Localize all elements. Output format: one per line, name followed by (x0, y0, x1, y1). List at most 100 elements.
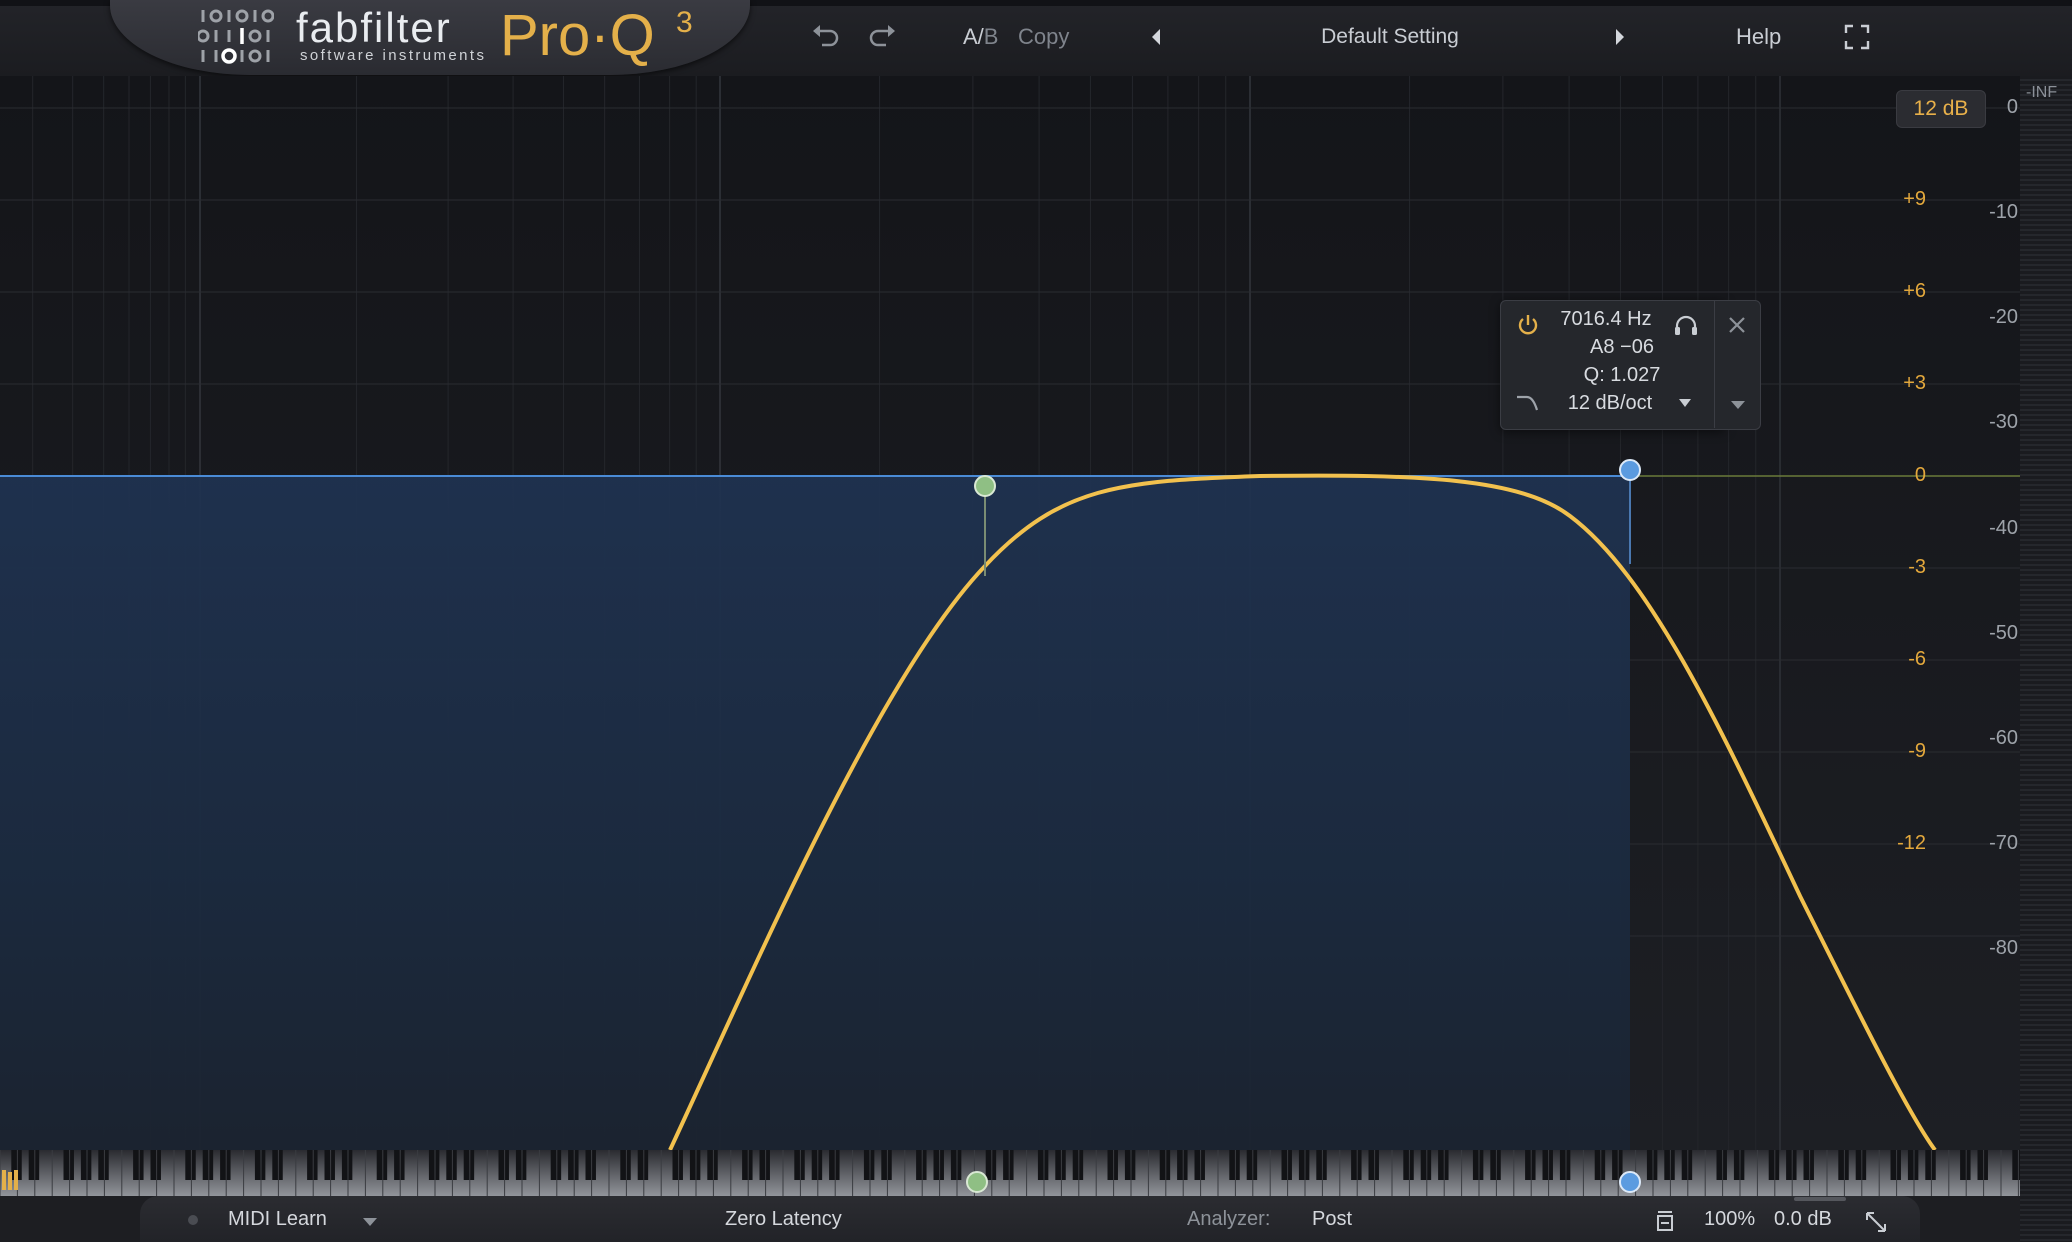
band-q[interactable]: Q: 1.027 (1522, 364, 1722, 387)
piano-black-key (1490, 1150, 1501, 1180)
piano-black-key (950, 1150, 962, 1180)
piano-black-key (220, 1150, 231, 1180)
piano-black-key (341, 1150, 353, 1180)
db-label-10: -10 (1989, 201, 2018, 223)
product-version: 3 (676, 6, 693, 39)
analyzer-mode[interactable]: Post (1312, 1208, 1352, 1231)
piano-black-key (1838, 1150, 1849, 1180)
latency-mode[interactable]: Zero Latency (725, 1208, 842, 1231)
db-label-40: -40 (1989, 517, 2018, 539)
piano-black-key (637, 1150, 649, 1180)
piano-black-key (98, 1150, 109, 1180)
piano-black-key (933, 1150, 944, 1180)
midi-menu-chevron-down-icon[interactable] (362, 1217, 378, 1227)
piano-black-key (1194, 1150, 1205, 1180)
piano-black-key (1960, 1150, 1971, 1180)
piano-black-key (1542, 1150, 1553, 1180)
piano-black-key (1855, 1150, 1867, 1180)
piano-keyboard[interactable] (0, 1150, 2041, 1200)
piano-black-key (916, 1150, 927, 1180)
piano-black-key (1438, 1150, 1449, 1180)
redo-icon[interactable] (866, 22, 898, 50)
chevron-down-icon[interactable] (1678, 398, 1692, 408)
piano-black-key (1472, 1150, 1484, 1180)
piano-black-key (1177, 1150, 1188, 1180)
midi-learn-indicator[interactable] (188, 1215, 198, 1225)
ab-a-label: A/ (963, 24, 984, 49)
piano-black-key (1681, 1150, 1693, 1180)
preset-prev-icon[interactable] (1148, 26, 1164, 48)
piano-black-key (515, 1150, 527, 1180)
meter-inf-label: -INF (2026, 84, 2058, 101)
piano-black-key (1977, 1150, 1988, 1180)
display-range-button[interactable]: 12 dB (1896, 90, 1986, 128)
band-1-handle[interactable] (974, 475, 996, 497)
db-label-30: -30 (1989, 411, 2018, 433)
bottom-bar-plate (140, 1196, 1920, 1242)
piano-black-key (1559, 1150, 1571, 1180)
preset-name[interactable]: Default Setting (1180, 25, 1600, 49)
fullscreen-icon[interactable] (1844, 24, 1870, 50)
piano-black-key (498, 1150, 509, 1180)
piano-black-key (1403, 1150, 1414, 1180)
piano-black-key (202, 1150, 214, 1180)
piano-black-key (1124, 1150, 1136, 1180)
gain-label-0: 0 (1914, 464, 1926, 486)
product-name: Pro·Q (500, 2, 655, 69)
band-2-keyboard-marker[interactable] (1619, 1171, 1641, 1193)
zoom-value[interactable]: 100% (1704, 1208, 1755, 1231)
piano-black-key (759, 1150, 770, 1180)
piano-black-key (742, 1150, 753, 1180)
db-label-80: -80 (1989, 937, 2018, 959)
eq-graph-svg[interactable] (0, 76, 2020, 1150)
db-label-60: -60 (1989, 727, 2018, 749)
piano-black-key (1664, 1150, 1675, 1180)
output-options-icon[interactable] (1656, 1210, 1674, 1232)
eq-display[interactable]: +9 +6 +3 0 -3 -6 -9 -12 0 -10 -20 -30 -4… (0, 76, 2020, 1150)
resize-handle[interactable] (1794, 1197, 1846, 1201)
piano-black-key (1594, 1150, 1606, 1180)
copy-button[interactable]: Copy (1018, 24, 1069, 50)
headphones-icon[interactable] (1673, 314, 1699, 336)
piano-black-key (1890, 1150, 1901, 1180)
band-menu-chevron-down-icon[interactable] (1730, 400, 1746, 410)
piano-black-key (133, 1150, 144, 1180)
piano-black-key (1733, 1150, 1745, 1180)
gain-label-plus9: +9 (1903, 188, 1926, 210)
help-button[interactable]: Help (1736, 24, 1781, 50)
output-level-meter (2020, 76, 2072, 1242)
ab-toggle[interactable]: A/B (963, 24, 998, 50)
product-name-text: Pro·Q (500, 3, 655, 68)
piano-black-key (1351, 1150, 1362, 1180)
close-icon[interactable] (1726, 314, 1748, 336)
piano-black-key (1646, 1150, 1658, 1180)
undo-icon[interactable] (810, 22, 842, 50)
band-1-keyboard-marker[interactable] (966, 1171, 988, 1193)
piano-black-key (1368, 1150, 1379, 1180)
brand-name: fabfilter (296, 4, 452, 51)
piano-black-key (1159, 1150, 1171, 1180)
piano-black-key (150, 1150, 161, 1180)
piano-black-key (185, 1150, 196, 1180)
preset-next-icon[interactable] (1612, 26, 1628, 48)
piano-black-key (1786, 1150, 1797, 1180)
pro-q3-window: fabfilter software instruments Pro·Q 3 A… (0, 0, 2072, 1242)
band-2-handle[interactable] (1619, 459, 1641, 481)
piano-black-key (1803, 1150, 1814, 1180)
piano-black-key (881, 1150, 892, 1180)
ab-b-label: B (983, 24, 999, 49)
piano-black-key (689, 1150, 701, 1180)
piano-black-key (463, 1150, 475, 1180)
piano-black-key (376, 1150, 388, 1180)
resize-icon[interactable] (1864, 1210, 1888, 1234)
db-label-20: -20 (1989, 306, 2018, 328)
piano-black-key (1907, 1150, 1919, 1180)
piano-black-key (550, 1150, 562, 1180)
midi-learn-button[interactable]: MIDI Learn (228, 1208, 327, 1231)
gain-label-plus3: +3 (1903, 372, 1926, 394)
output-gain-value[interactable]: 0.0 dB (1774, 1208, 1832, 1231)
piano-black-key (620, 1150, 631, 1180)
band-fill-area (0, 476, 1630, 1150)
piano-black-key (324, 1150, 335, 1180)
piano-black-key (28, 1150, 40, 1180)
